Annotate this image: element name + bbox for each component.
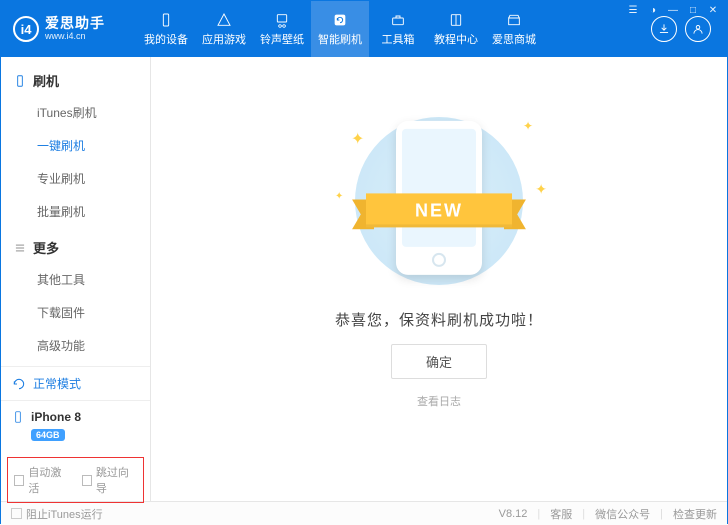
settings-icon[interactable]: ☰ xyxy=(625,3,641,17)
checkbox-icon xyxy=(14,475,24,486)
side-group-title: 刷机 xyxy=(33,71,59,90)
device-info[interactable]: iPhone 8 64GB xyxy=(1,400,150,451)
close-button[interactable]: ✕ xyxy=(705,3,721,17)
ok-button[interactable]: 确定 xyxy=(391,344,487,379)
check-auto-activate[interactable]: 自动激活 xyxy=(14,464,70,496)
side-group-more[interactable]: 更多 xyxy=(1,232,150,263)
sidebar: 刷机 iTunes刷机 一键刷机 专业刷机 批量刷机 更多 其他工具 下载固件 … xyxy=(1,57,151,501)
app-logo: i4 爱思助手 www.i4.cn xyxy=(13,16,123,42)
sparkle-icon: ✦ xyxy=(351,129,364,149)
phone-graphic xyxy=(396,121,482,275)
check-label: 跳过向导 xyxy=(96,464,137,496)
storage-badge: 64GB xyxy=(31,429,65,441)
header-right xyxy=(651,16,717,42)
divider: | xyxy=(537,508,540,520)
nav-label: 应用游戏 xyxy=(202,31,246,47)
device-mode-label: 正常模式 xyxy=(33,375,81,392)
nav-my-device[interactable]: 我的设备 xyxy=(137,1,195,57)
maximize-button[interactable]: □ xyxy=(685,3,701,17)
check-label: 阻止iTunes运行 xyxy=(26,506,103,522)
check-block-itunes[interactable]: 阻止iTunes运行 xyxy=(11,506,103,522)
menu-icon xyxy=(13,241,27,255)
app-subtitle: www.i4.cn xyxy=(45,32,105,42)
device-name: iPhone 8 xyxy=(31,410,81,424)
options-highlighted: 自动激活 跳过向导 xyxy=(7,457,144,503)
nav-ringtones[interactable]: 铃声壁纸 xyxy=(253,1,311,57)
sparkle-icon: ✦ xyxy=(523,119,533,133)
app-title: 爱思助手 xyxy=(45,16,105,31)
device-icon xyxy=(157,12,175,28)
download-button[interactable] xyxy=(651,16,677,42)
nav-apps[interactable]: 应用游戏 xyxy=(195,1,253,57)
nav-toolbox[interactable]: 工具箱 xyxy=(369,1,427,57)
footer-link-wechat[interactable]: 微信公众号 xyxy=(595,506,650,522)
divider: | xyxy=(582,508,585,520)
version-label: V8.12 xyxy=(499,508,528,520)
nav-flash[interactable]: 智能刷机 xyxy=(311,1,369,57)
sparkle-icon: ✦ xyxy=(335,191,343,202)
success-illustration: ✦ ✦ ✦ ✦ NEW xyxy=(329,111,549,291)
nav-label: 铃声壁纸 xyxy=(260,31,304,47)
account-button[interactable] xyxy=(685,16,711,42)
music-icon xyxy=(273,12,291,28)
side-group-flash[interactable]: 刷机 xyxy=(1,65,150,96)
toolbox-icon xyxy=(389,12,407,28)
side-item-oneclick-flash[interactable]: 一键刷机 xyxy=(1,129,150,162)
checkbox-icon xyxy=(11,508,22,519)
logo-badge: i4 xyxy=(13,16,39,42)
nav-label: 教程中心 xyxy=(434,31,478,47)
side-item-itunes-flash[interactable]: iTunes刷机 xyxy=(1,96,150,129)
apps-icon xyxy=(215,12,233,28)
check-skip-guide[interactable]: 跳过向导 xyxy=(82,464,138,496)
side-item-download-firmware[interactable]: 下载固件 xyxy=(1,296,150,329)
top-nav: 我的设备 应用游戏 铃声壁纸 智能刷机 工具箱 教程中心 爱思商城 xyxy=(137,1,543,57)
side-item-other-tools[interactable]: 其他工具 xyxy=(1,263,150,296)
nav-label: 智能刷机 xyxy=(318,31,362,47)
side-item-pro-flash[interactable]: 专业刷机 xyxy=(1,162,150,195)
book-icon xyxy=(447,12,465,28)
nav-label: 爱思商城 xyxy=(492,31,536,47)
window-controls: ☰ ◑ — □ ✕ xyxy=(625,3,721,17)
view-log-link[interactable]: 查看日志 xyxy=(417,393,461,409)
checkbox-icon xyxy=(82,475,92,486)
nav-store[interactable]: 爱思商城 xyxy=(485,1,543,57)
success-message: 恭喜您，保资料刷机成功啦！ xyxy=(335,309,543,330)
title-bar: i4 爱思助手 www.i4.cn 我的设备 应用游戏 铃声壁纸 智能刷机 工具… xyxy=(1,1,727,57)
check-label: 自动激活 xyxy=(28,464,69,496)
footer-link-update[interactable]: 检查更新 xyxy=(673,506,717,522)
side-item-advanced[interactable]: 高级功能 xyxy=(1,329,150,362)
status-bar: 阻止iTunes运行 V8.12 | 客服 | 微信公众号 | 检查更新 xyxy=(1,501,727,525)
phone-icon xyxy=(13,74,27,88)
nav-label: 我的设备 xyxy=(144,31,188,47)
skin-icon[interactable]: ◑ xyxy=(645,3,661,17)
phone-icon xyxy=(11,409,25,425)
minimize-button[interactable]: — xyxy=(665,3,681,17)
side-group-title: 更多 xyxy=(33,238,59,257)
nav-tutorials[interactable]: 教程中心 xyxy=(427,1,485,57)
device-mode[interactable]: 正常模式 xyxy=(1,366,150,400)
store-icon xyxy=(505,12,523,28)
main-panel: ✦ ✦ ✦ ✦ NEW 恭喜您，保资料刷机成功啦！ 确定 查看日志 xyxy=(151,57,727,501)
sparkle-icon: ✦ xyxy=(535,181,547,198)
refresh-icon xyxy=(11,376,27,392)
divider: | xyxy=(660,508,663,520)
nav-label: 工具箱 xyxy=(382,31,415,47)
side-item-batch-flash[interactable]: 批量刷机 xyxy=(1,195,150,228)
footer-link-support[interactable]: 客服 xyxy=(550,506,572,522)
flash-icon xyxy=(331,12,349,28)
